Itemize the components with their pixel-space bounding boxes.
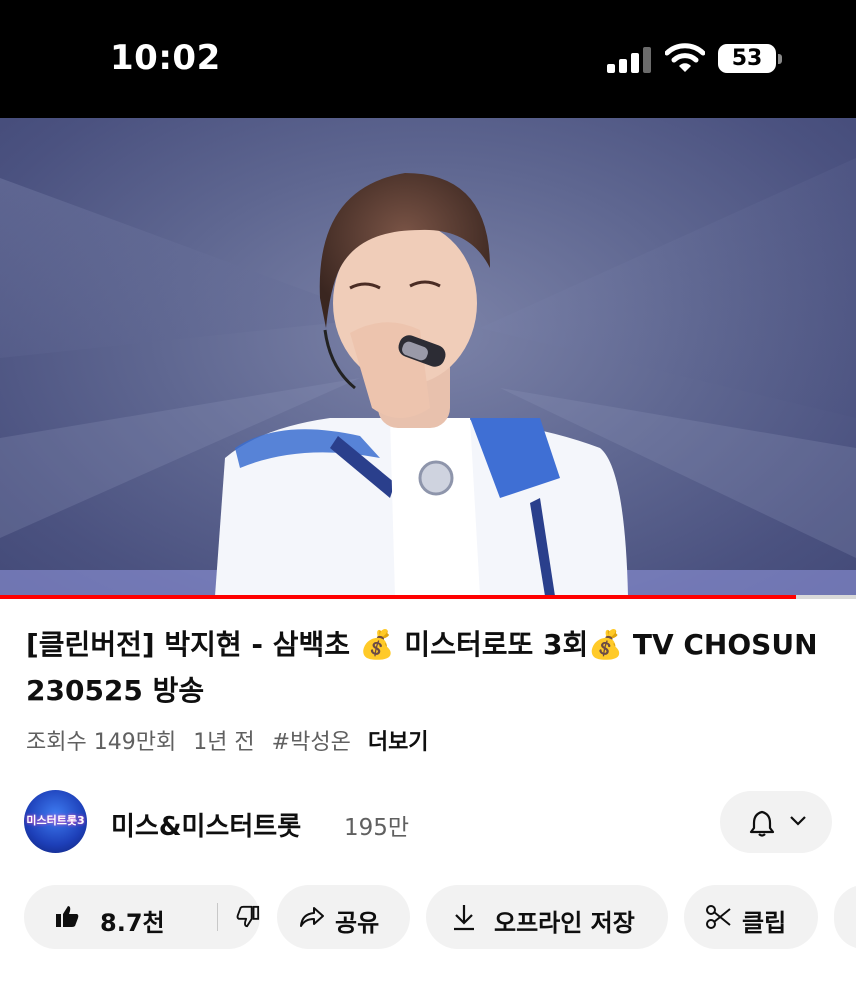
download-label: 오프라인 저장 [494,909,635,937]
view-count: 조회수 149만회 [26,730,177,755]
avatar-logo-text: 미스터트롯3 [26,814,85,827]
clip-button[interactable]: 클립 [684,885,818,949]
share-label: 공유 [335,909,380,937]
channel-name[interactable]: 미스&미스터트롯 [111,806,301,843]
scissors-icon [706,905,731,929]
hashtag-link[interactable]: #박성온 [272,730,351,755]
battery-icon: 53 [718,44,782,73]
thumbs-down-icon[interactable] [236,905,260,929]
wifi-icon [665,43,705,72]
battery-level: 53 [718,44,776,73]
money-bag-icon: 💰 [588,628,624,661]
video-progress-bar[interactable] [0,595,856,599]
clip-label: 클립 [742,909,787,937]
download-icon [454,905,474,931]
upload-age: 1년 전 [193,730,255,755]
channel-avatar[interactable]: 미스터트롯3 [24,790,87,853]
like-count: 8.7천 [100,909,165,937]
money-bag-icon: 💰 [359,628,395,661]
chevron-down-icon [790,816,806,826]
status-bar: 10:02 53 [0,0,856,118]
video-frame [0,158,856,596]
chip-divider [217,903,218,931]
video-player[interactable] [0,118,856,596]
share-icon [300,907,324,927]
video-title[interactable]: [클린버전] 박지현 - 삼백초 💰 미스터로또 3회💰 TV CHOSUN 2… [26,622,826,714]
bell-icon [749,810,775,837]
share-button[interactable]: 공유 [277,885,410,949]
more-link[interactable]: 더보기 [368,730,429,755]
video-progress-fill [0,595,797,599]
status-time: 10:02 [110,38,221,78]
title-text-1: [클린버전] 박지현 - 삼백초 [26,628,360,661]
like-dislike-chip[interactable]: 8.7천 [24,885,260,949]
cellular-signal-icon [607,47,653,73]
thumbs-up-icon[interactable] [54,903,80,929]
subscriber-count: 195만 [344,815,410,841]
notification-bell-button[interactable] [720,791,832,853]
more-actions-chip[interactable] [834,885,856,949]
title-text-2: 미스터로또 3회 [394,628,589,661]
video-meta[interactable]: 조회수 149만회 1년 전 #박성온 더보기 [26,724,439,756]
download-button[interactable]: 오프라인 저장 [426,885,668,949]
